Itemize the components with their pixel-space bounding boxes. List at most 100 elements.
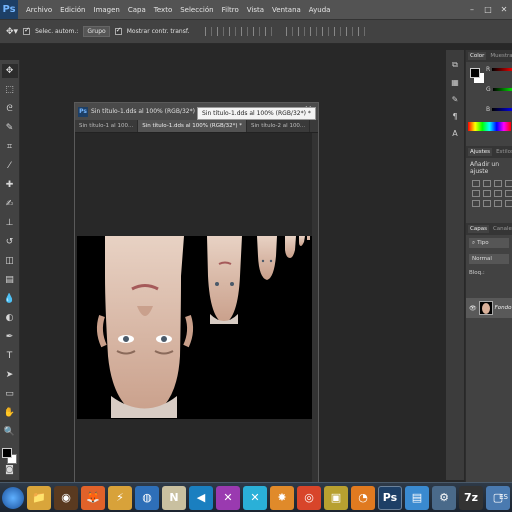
firefox-icon[interactable]: 🦊 xyxy=(81,485,105,510)
channel-mixer-icon[interactable] xyxy=(483,200,491,207)
clone-stamp-tool-icon[interactable]: ⊥ xyxy=(2,216,18,230)
distribute-right-icon[interactable] xyxy=(346,27,354,36)
color-balance-icon[interactable] xyxy=(494,190,502,197)
tab-adjustments[interactable]: Ajustes xyxy=(468,148,493,156)
language-indicator[interactable]: ES xyxy=(499,493,508,501)
menu-imagen[interactable]: Imagen xyxy=(90,6,124,14)
move-tool-icon[interactable]: ✥ xyxy=(1,64,18,78)
tab-swatches[interactable]: Muestras xyxy=(488,52,512,60)
distribute-vcenter-icon[interactable] xyxy=(298,27,306,36)
winamp-icon[interactable]: ⚡ xyxy=(108,485,132,510)
app-blue-icon[interactable]: ◍ xyxy=(135,485,159,510)
align-top-icon[interactable] xyxy=(205,27,213,36)
puzzle-icon[interactable]: ✸ xyxy=(270,485,294,510)
blue-slider[interactable]: B xyxy=(486,106,512,113)
menu-ayuda[interactable]: Ayuda xyxy=(305,6,335,14)
document-tab[interactable]: Sin título-1.dds al 100% (RGB/32*) * xyxy=(138,120,247,132)
menu-edicion[interactable]: Edición xyxy=(56,6,89,14)
file-explorer-icon[interactable]: 📁 xyxy=(27,485,51,510)
color-lookup-icon[interactable] xyxy=(494,200,502,207)
document-tab[interactable]: Sin título-2 al 100... xyxy=(247,120,311,132)
align-hcenter-icon[interactable] xyxy=(253,27,261,36)
photoshop-icon[interactable]: Ps xyxy=(378,485,402,510)
levels-icon[interactable] xyxy=(483,180,491,187)
healing-brush-tool-icon[interactable]: ✚ xyxy=(2,178,18,192)
dodge-tool-icon[interactable]: ◐ xyxy=(2,311,18,325)
vibrance-icon[interactable] xyxy=(472,190,480,197)
menu-ventana[interactable]: Ventana xyxy=(268,6,305,14)
eraser-tool-icon[interactable]: ◫ xyxy=(2,254,18,268)
quick-mask-icon[interactable]: ◙ xyxy=(2,465,18,475)
distribute-top-icon[interactable] xyxy=(286,27,294,36)
exposure-icon[interactable] xyxy=(505,180,512,187)
menu-filtro[interactable]: Filtro xyxy=(218,6,243,14)
start-button[interactable] xyxy=(2,486,24,509)
hue-saturation-icon[interactable] xyxy=(483,190,491,197)
align-left-icon[interactable] xyxy=(241,27,249,36)
document-tab[interactable]: Sin título-1 al 100... xyxy=(75,120,139,132)
color-swatches[interactable] xyxy=(1,448,18,464)
lasso-tool-icon[interactable]: ᘓ xyxy=(2,102,18,116)
red-slider[interactable]: R xyxy=(486,66,512,73)
history-brush-tool-icon[interactable]: ↺ xyxy=(2,235,18,249)
hand-tool-icon[interactable]: ✋ xyxy=(2,406,18,420)
x-app-cyan-icon[interactable]: ✕ xyxy=(243,485,267,510)
eye-icon[interactable]: 👁 xyxy=(469,305,477,312)
notepad-icon[interactable]: N xyxy=(162,485,186,510)
minimize-button[interactable]: – xyxy=(464,0,480,19)
zoom-tool-icon[interactable]: 🔍 xyxy=(2,425,18,439)
tab-layers[interactable]: Capas xyxy=(468,225,489,233)
menu-capa[interactable]: Capa xyxy=(124,6,150,14)
document-canvas[interactable] xyxy=(77,236,312,419)
black-white-icon[interactable] xyxy=(505,190,512,197)
align-right-icon[interactable] xyxy=(265,27,273,36)
move-tool-preset-icon[interactable]: ✥▾ xyxy=(6,27,18,37)
tab-styles[interactable]: Estilos xyxy=(494,148,512,156)
menu-archivo[interactable]: Archivo xyxy=(22,6,56,14)
history-panel-icon[interactable]: ⧉ xyxy=(452,60,458,70)
layer-filter-select[interactable]: ⌕ Tipo xyxy=(469,238,509,248)
invert-icon[interactable] xyxy=(505,200,512,207)
layer-row[interactable]: 👁 Fondo xyxy=(466,298,512,318)
paragraph-panel-icon[interactable]: ¶ xyxy=(452,112,457,121)
menu-texto[interactable]: Texto xyxy=(150,6,176,14)
auto-select-mode-select[interactable]: Grupo xyxy=(83,26,110,37)
crop-tool-icon[interactable]: ⌗ xyxy=(2,140,18,154)
brush-panel-icon[interactable]: ✎ xyxy=(452,95,459,104)
photo-filter-icon[interactable] xyxy=(472,200,480,207)
close-button[interactable]: ✕ xyxy=(496,0,512,19)
7zip-icon[interactable]: 7z xyxy=(459,485,483,510)
gradient-tool-icon[interactable]: ▤ xyxy=(2,273,18,287)
tab-channels[interactable]: Canales xyxy=(491,225,512,233)
distribute-bottom-icon[interactable] xyxy=(310,27,318,36)
eyedropper-tool-icon[interactable]: ⁄ xyxy=(2,159,18,173)
marquee-tool-icon[interactable]: ⬚ xyxy=(2,83,18,97)
type-tool-icon[interactable]: T xyxy=(2,349,18,363)
tab-color[interactable]: Color xyxy=(468,52,487,60)
properties-panel-icon[interactable]: ▦ xyxy=(451,78,459,87)
pen-tool-icon[interactable]: ✒ xyxy=(2,330,18,344)
media-app-icon[interactable]: ◉ xyxy=(54,485,78,510)
maximize-button[interactable]: □ xyxy=(480,0,496,19)
brightness-icon[interactable] xyxy=(472,180,480,187)
kodi-icon[interactable]: ◀ xyxy=(189,485,213,510)
distribute-left-icon[interactable] xyxy=(322,27,330,36)
panel-foreground-swatch[interactable] xyxy=(470,68,480,78)
blender-icon[interactable]: ◔ xyxy=(351,485,375,510)
character-panel-icon[interactable]: A xyxy=(452,129,457,138)
app-yellow-icon[interactable]: ▣ xyxy=(324,485,348,510)
menu-vista[interactable]: Vista xyxy=(243,6,268,14)
x-app-purple-icon[interactable]: ✕ xyxy=(216,485,240,510)
quick-selection-tool-icon[interactable]: ✎ xyxy=(2,121,18,135)
document-vertical-scrollbar[interactable] xyxy=(312,133,318,483)
path-selection-tool-icon[interactable]: ➤ xyxy=(2,368,18,382)
blend-mode-select[interactable]: Normal xyxy=(469,254,509,264)
app-blue2-icon[interactable]: ▤ xyxy=(405,485,429,510)
auto-align-icon[interactable] xyxy=(358,27,366,36)
auto-select-checkbox[interactable] xyxy=(23,26,31,35)
shape-tool-icon[interactable]: ▭ xyxy=(2,387,18,401)
color-spectrum-bar[interactable] xyxy=(468,122,511,131)
menu-seleccion[interactable]: Selección xyxy=(176,6,217,14)
brush-tool-icon[interactable]: ✍ xyxy=(2,197,18,211)
align-bottom-icon[interactable] xyxy=(229,27,237,36)
